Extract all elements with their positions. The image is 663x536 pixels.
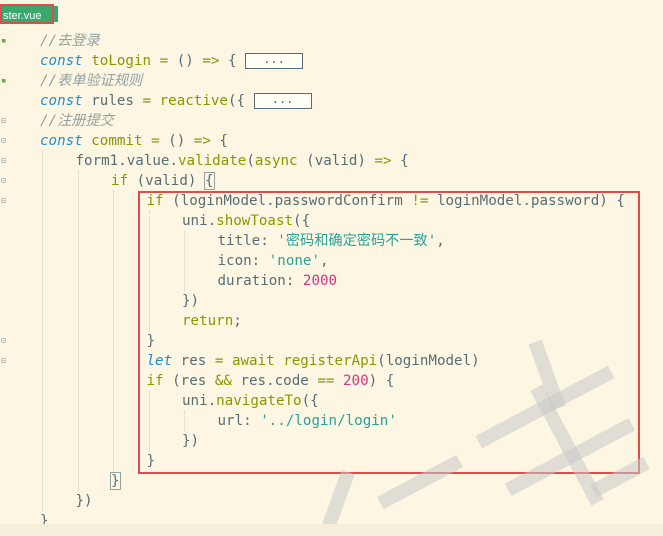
code-line[interactable]: if (valid) {: [111, 171, 215, 191]
code-token: =: [142, 93, 152, 109]
fold-toggle-icon[interactable]: ⊟: [1, 351, 6, 371]
indent-guide: [113, 191, 114, 471]
fold-toggle-icon[interactable]: ⊟: [1, 171, 6, 191]
code-token: (): [159, 133, 194, 149]
code-token: (): [168, 53, 203, 69]
code-line[interactable]: //表单验证规则: [40, 71, 142, 91]
code-token: {: [391, 153, 409, 169]
code-token: if: [111, 173, 129, 189]
code-token: const: [40, 53, 83, 69]
code-line[interactable]: const toLogin = () => { ...: [40, 51, 304, 71]
code-token: =: [159, 53, 169, 69]
code-token: //表单验证规则: [40, 73, 143, 89]
indent-guide: [184, 231, 185, 291]
code-line[interactable]: const rules = reactive({ ...: [40, 91, 312, 111]
code-line[interactable]: //注册提交: [40, 111, 114, 131]
gutter-marker-icon: ▪: [1, 76, 7, 86]
code-token: //注册提交: [40, 113, 114, 129]
code-token: //去登录: [40, 33, 100, 49]
code-token: =>: [374, 153, 392, 169]
code-token: =: [151, 133, 160, 149]
indent-guide: [148, 211, 150, 331]
code-line[interactable]: const commit = () => {: [40, 131, 228, 151]
code-token: (: [246, 153, 255, 169]
matched-bracket: }: [110, 472, 121, 490]
indent-guide: [184, 411, 185, 431]
file-tab-label: ster.vue: [3, 10, 42, 22]
code-token: reactive: [159, 93, 228, 109]
folded-code-button[interactable]: ...: [245, 53, 304, 69]
code-token: }): [75, 493, 93, 509]
matched-bracket: {: [204, 172, 215, 190]
code-token: validate: [178, 153, 247, 169]
indent-guide: [148, 391, 150, 451]
code-line[interactable]: //去登录: [40, 31, 100, 51]
fold-toggle-icon[interactable]: ⊟: [1, 331, 6, 351]
file-tab[interactable]: ster.vue: [0, 4, 54, 24]
code-token: rules: [82, 93, 143, 109]
code-token: ({: [227, 93, 254, 109]
code-token: form1.value.: [75, 153, 179, 169]
fold-toggle-icon[interactable]: ⊟: [1, 151, 6, 171]
indent-guide: [42, 151, 43, 511]
code-token: {: [210, 133, 228, 149]
code-token: =>: [193, 133, 211, 149]
gutter-marker-icon: ▪: [1, 36, 7, 46]
code-token: (valid): [128, 173, 205, 189]
code-line[interactable]: }: [110, 471, 121, 491]
fold-toggle-icon[interactable]: ⊟: [1, 111, 6, 131]
code-token: commit: [91, 133, 143, 149]
indent-guide: [77, 171, 79, 491]
code-token: const: [40, 93, 83, 109]
fold-toggle-icon[interactable]: ⊟: [1, 131, 6, 151]
code-token: {: [219, 53, 246, 69]
file-tab-edge: [54, 6, 58, 22]
code-line[interactable]: form1.value.validate(async (valid) => {: [76, 151, 409, 171]
code-token: const: [40, 133, 83, 149]
editor-gutter: ▪ ▪ ⊟ ⊟ ⊟ ⊟ ⊟ ⊟ ⊟: [0, 28, 16, 536]
code-token: async: [254, 153, 298, 169]
folded-code-button[interactable]: ...: [253, 93, 312, 109]
code-token: toLogin: [91, 53, 152, 69]
fold-toggle-icon[interactable]: ⊟: [1, 191, 6, 211]
code-line[interactable]: }): [76, 491, 93, 511]
code-token: =>: [202, 53, 220, 69]
code-token: (valid): [297, 153, 375, 169]
editor-bottom-edge: [0, 524, 663, 536]
